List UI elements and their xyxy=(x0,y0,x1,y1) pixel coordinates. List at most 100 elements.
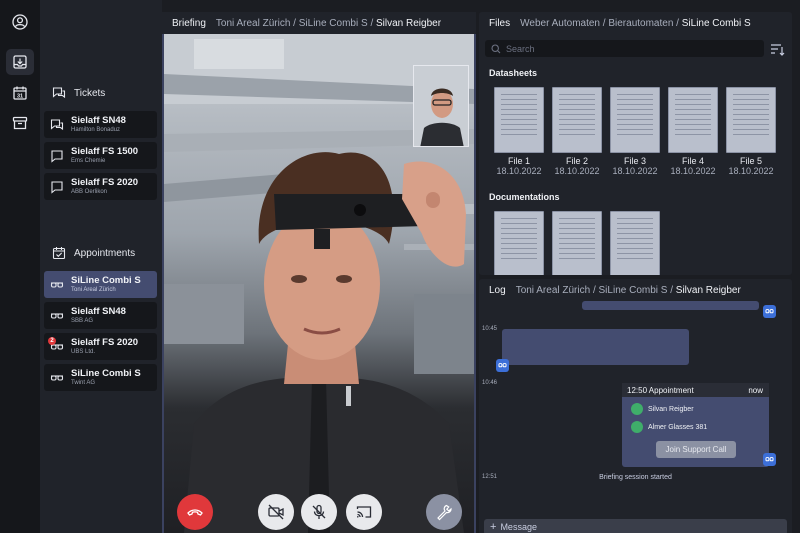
calendar-icon: 31 xyxy=(13,86,27,100)
microphone-toggle-button[interactable] xyxy=(301,494,337,530)
document-icon xyxy=(494,211,544,275)
file-date: 18.10.2022 xyxy=(670,166,716,176)
breadcrumb-current: SiLine Combi S xyxy=(681,17,751,29)
documentations-title: Documentations xyxy=(489,192,560,202)
file-name: File 5 xyxy=(739,156,762,166)
breadcrumb-current: Silvan Reigber xyxy=(675,284,741,296)
video-feed xyxy=(164,34,474,533)
ticket-name: Sielaff FS 2020 xyxy=(71,176,139,188)
log-feed: 10:45 10:46 12:50 Appointment now Silvan… xyxy=(479,301,792,533)
appointment-item[interactable]: SiLine Combi S Twint AG xyxy=(44,364,157,391)
calendar-day: 31 xyxy=(17,94,23,100)
appointment-card: 12:50 Appointment now Silvan Reigber Alm… xyxy=(622,383,769,467)
smart-glasses-icon xyxy=(50,312,64,319)
document-icon xyxy=(668,87,718,153)
ticket-location: Ems Chemie xyxy=(71,157,106,164)
tools-button[interactable] xyxy=(426,494,462,530)
appointment-card-when: now xyxy=(748,385,763,395)
briefing-header: Briefing Toni Areal Zürich / SiLine Comb… xyxy=(162,12,476,34)
icon-rail: 31 xyxy=(0,0,40,533)
self-view-video[interactable] xyxy=(413,65,469,147)
file-name: File 2 xyxy=(565,156,588,166)
datasheets-title: Datasheets xyxy=(489,68,538,78)
breadcrumb: Toni Areal Zürich / SiLine Combi S / Sil… xyxy=(515,284,741,296)
breadcrumb-item[interactable]: Toni Areal Zürich xyxy=(216,18,290,29)
file-item[interactable]: File 4 18.10.2022 xyxy=(667,87,719,176)
ticket-item[interactable]: Sielaff SN48 Hamilton Bonaduz xyxy=(44,111,157,138)
smart-glasses-icon xyxy=(498,363,507,368)
chat-icon xyxy=(52,87,66,99)
files-panel: Files Weber Automaten / Bierautomaten / … xyxy=(479,12,792,275)
user-avatar xyxy=(763,453,776,466)
briefing-panel: Briefing Toni Areal Zürich / SiLine Comb… xyxy=(162,12,476,533)
appointment-name: Sielaff SN48 xyxy=(71,305,126,317)
breadcrumb-item[interactable]: Bierautomaten xyxy=(608,18,673,29)
file-name: File 3 xyxy=(623,156,646,166)
appointment-card-header: 12:50 Appointment now xyxy=(622,383,769,397)
appointment-location: SBB AG xyxy=(71,317,94,324)
file-name: File 1 xyxy=(507,156,530,166)
appointment-location: UBS Ltd. xyxy=(71,348,96,355)
chat-icon xyxy=(50,118,64,130)
attendee-avatar xyxy=(631,421,643,433)
message-square-icon xyxy=(51,180,63,194)
profile-button[interactable] xyxy=(6,9,34,35)
appointment-item[interactable]: Sielaff SN48 SBB AG xyxy=(44,302,157,329)
smart-glasses-icon xyxy=(50,374,64,381)
file-item[interactable]: File 5 18.10.2022 xyxy=(725,87,777,176)
file-item[interactable]: File 3 18.10.2022 xyxy=(609,87,661,176)
message-bubble xyxy=(582,301,759,310)
log-title: Log xyxy=(489,284,506,296)
end-call-button[interactable] xyxy=(177,494,213,530)
log-timestamp: 10:46 xyxy=(482,380,498,386)
file-item[interactable]: File 1 18.10.2022 xyxy=(493,87,545,176)
log-header: Log Toni Areal Zürich / SiLine Combi S /… xyxy=(479,279,792,301)
briefing-title: Briefing xyxy=(172,17,206,29)
archive-button[interactable] xyxy=(6,110,34,136)
appointment-location: Twint AG xyxy=(71,379,96,386)
user-avatar xyxy=(763,305,776,318)
breadcrumb-item[interactable]: Weber Automaten xyxy=(520,18,600,29)
document-icon xyxy=(552,211,602,275)
calendar-check-icon xyxy=(52,247,66,260)
appointment-item[interactable]: SiLine Combi S Toni Areal Zürich xyxy=(44,271,157,298)
files-header: Files Weber Automaten / Bierautomaten / … xyxy=(479,12,792,34)
breadcrumb-current: Silvan Reigber xyxy=(376,17,442,29)
ticket-name: Sielaff SN48 xyxy=(71,114,126,126)
ticket-location: Hamilton Bonaduz xyxy=(71,126,121,133)
message-input[interactable]: + Message xyxy=(484,519,787,533)
breadcrumb: Toni Areal Zürich / SiLine Combi S / Sil… xyxy=(215,17,442,29)
document-icon xyxy=(552,87,602,153)
mic-off-icon xyxy=(312,504,326,519)
screen-cast-button[interactable] xyxy=(346,494,382,530)
ticket-location: ABB Oerlikon xyxy=(71,188,108,195)
inbox-button[interactable] xyxy=(6,49,34,75)
message-square-icon xyxy=(51,149,63,163)
breadcrumb-item[interactable]: SiLine Combi S xyxy=(599,285,668,296)
sort-button[interactable] xyxy=(769,41,785,57)
document-icon xyxy=(610,211,660,275)
file-item[interactable]: File 2 18.10.2022 xyxy=(551,87,603,176)
breadcrumb-item[interactable]: SiLine Combi S xyxy=(299,18,368,29)
join-support-call-button[interactable]: Join Support Call xyxy=(656,441,736,458)
ticket-item[interactable]: Sielaff FS 2020 ABB Oerlikon xyxy=(44,173,157,200)
breadcrumb: Weber Automaten / Bierautomaten / SiLine… xyxy=(520,17,751,29)
appointment-item[interactable]: 2 Sielaff FS 2020 UBS Ltd. xyxy=(44,333,157,360)
appointment-name: SiLine Combi S xyxy=(71,274,141,286)
self-view-frame xyxy=(414,66,468,146)
file-item[interactable] xyxy=(493,211,545,275)
search-input[interactable] xyxy=(506,43,746,54)
sort-icon xyxy=(771,44,785,56)
document-icon xyxy=(494,87,544,153)
plus-icon: + xyxy=(490,521,497,533)
ticket-item[interactable]: Sielaff FS 1500 Ems Chemie xyxy=(44,142,157,169)
search-icon xyxy=(491,43,501,53)
breadcrumb-item[interactable]: Toni Areal Zürich xyxy=(516,285,590,296)
calendar-button[interactable]: 31 xyxy=(6,80,34,106)
file-item[interactable] xyxy=(551,211,603,275)
attendee-avatar xyxy=(631,403,643,415)
file-name: File 4 xyxy=(681,156,704,166)
file-item[interactable] xyxy=(609,211,661,275)
appointment-location: Toni Areal Zürich xyxy=(71,286,116,293)
camera-toggle-button[interactable] xyxy=(258,494,294,530)
